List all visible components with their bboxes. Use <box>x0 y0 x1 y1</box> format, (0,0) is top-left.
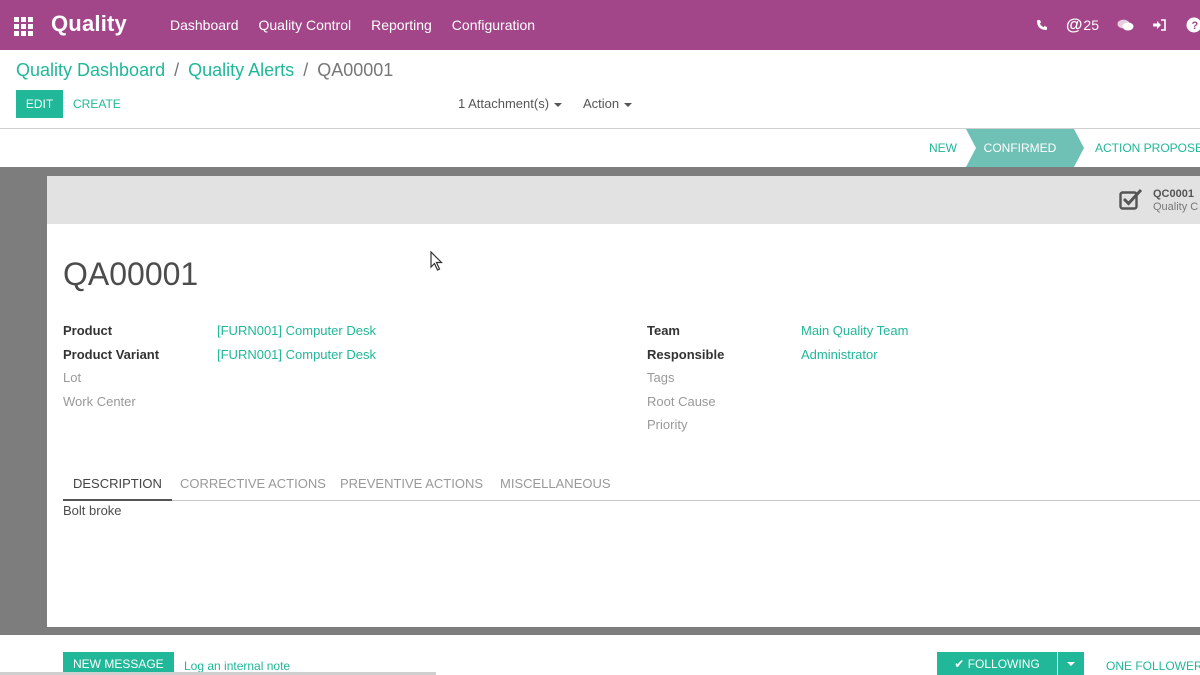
top-navbar: Quality Dashboard Quality Control Report… <box>0 0 1200 50</box>
mouse-cursor-icon <box>430 251 443 271</box>
tab-miscellaneous[interactable]: MISCELLANEOUS <box>500 473 611 499</box>
lot-label: Lot <box>63 370 82 385</box>
tab-description[interactable]: DESCRIPTION <box>63 473 172 501</box>
mentions-button[interactable]: @ 25 <box>1066 15 1099 35</box>
tags-label: Tags <box>647 370 675 385</box>
action-label: Action <box>583 96 620 111</box>
following-label: FOLLOWING <box>967 656 1040 671</box>
breadcrumb-separator: / <box>303 60 309 80</box>
systray: @ 25 ? <box>1018 0 1200 50</box>
menu-item-dashboard[interactable]: Dashboard <box>160 0 249 50</box>
breadcrumb-current: QA00001 <box>317 60 394 80</box>
breadcrumb: Quality Dashboard / Quality Alerts / QA0… <box>16 60 393 81</box>
chatter: NEW MESSAGE Log an internal note ✔ FOLLO… <box>0 635 1200 675</box>
stage-new[interactable]: NEW <box>929 129 957 167</box>
product-label: Product <box>63 323 113 338</box>
menu-item-reporting[interactable]: Reporting <box>361 0 442 50</box>
mention-icon: @ <box>1065 15 1083 34</box>
tab-preventive-actions[interactable]: PREVENTIVE ACTIONS <box>340 473 483 499</box>
create-button[interactable]: CREATE <box>66 90 128 118</box>
quality-check-smart-button[interactable]: QC0001 Quality C <box>1119 188 1198 214</box>
smart-button-title: QC0001 <box>1153 188 1194 200</box>
following-button[interactable]: ✔ FOLLOWING <box>937 652 1057 675</box>
main-menu: Dashboard Quality Control Reporting Conf… <box>160 0 545 50</box>
mentions-count: 25 <box>1083 17 1099 33</box>
apps-icon[interactable] <box>13 16 33 36</box>
caret-down-icon <box>1067 662 1075 667</box>
menu-item-quality-control[interactable]: Quality Control <box>249 0 362 50</box>
help-button[interactable]: ? <box>1186 17 1200 33</box>
sign-out-button[interactable] <box>1152 19 1166 31</box>
record-title: QA00001 <box>63 256 199 292</box>
product-value[interactable]: [FURN001] Computer Desk <box>217 323 376 338</box>
caret-down-icon <box>554 102 563 107</box>
stage-arrow-divider <box>966 129 976 167</box>
product-variant-label: Product Variant <box>63 347 160 362</box>
form-sheet: QC0001 Quality C QA00001 Product [FURN00… <box>47 176 1200 627</box>
log-note-link[interactable]: Log an internal note <box>184 659 290 673</box>
responsible-label: Responsible <box>647 347 725 362</box>
checkbox-icon <box>1119 188 1143 210</box>
tab-corrective-actions[interactable]: CORRECTIVE ACTIONS <box>180 473 326 499</box>
sign-out-icon <box>1153 19 1166 31</box>
app-brand: Quality <box>51 11 127 36</box>
help-icon: ? <box>1186 17 1200 33</box>
caret-down-icon <box>624 102 633 107</box>
following-dropdown-toggle[interactable] <box>1058 652 1084 675</box>
action-dropdown[interactable]: Action <box>583 96 633 111</box>
breadcrumb-quality-dashboard[interactable]: Quality Dashboard <box>16 60 165 80</box>
smart-button-subtitle: Quality C <box>1153 201 1199 213</box>
breadcrumb-quality-alerts[interactable]: Quality Alerts <box>188 60 294 80</box>
attachments-label: 1 Attachment(s) <box>458 96 550 111</box>
phone-button[interactable] <box>1036 19 1048 31</box>
team-label: Team <box>647 323 680 338</box>
stage-action-proposed[interactable]: ACTION PROPOSED <box>1095 129 1200 167</box>
followers-link[interactable]: ONE FOLLOWER <box>1106 659 1200 673</box>
stage-confirmed[interactable]: CONFIRMED <box>966 129 1074 167</box>
svg-text:?: ? <box>1192 20 1199 32</box>
work-center-label: Work Center <box>63 394 136 409</box>
team-value[interactable]: Main Quality Team <box>801 323 908 338</box>
edit-button[interactable]: EDIT <box>16 90 63 118</box>
check-icon: ✔ <box>954 656 965 671</box>
phone-icon <box>1036 20 1047 30</box>
attachments-dropdown[interactable]: 1 Attachment(s) <box>458 96 563 111</box>
description-text[interactable]: Bolt broke <box>63 503 122 518</box>
product-variant-value[interactable]: [FURN001] Computer Desk <box>217 347 376 362</box>
notebook-tabs: DESCRIPTION CORRECTIVE ACTIONS PREVENTIV… <box>63 473 1200 501</box>
root-cause-label: Root Cause <box>647 394 716 409</box>
chat-button[interactable] <box>1117 19 1134 32</box>
responsible-value[interactable]: Administrator <box>801 347 878 362</box>
priority-label: Priority <box>647 417 688 432</box>
menu-item-configuration[interactable]: Configuration <box>442 0 545 50</box>
statusbar: NEW CONFIRMED ACTION PROPOSED <box>0 129 1200 167</box>
stage-arrow-divider <box>1074 129 1084 167</box>
breadcrumb-separator: / <box>174 60 180 80</box>
button-box: QC0001 Quality C <box>47 176 1200 224</box>
chat-icon <box>1117 19 1134 30</box>
